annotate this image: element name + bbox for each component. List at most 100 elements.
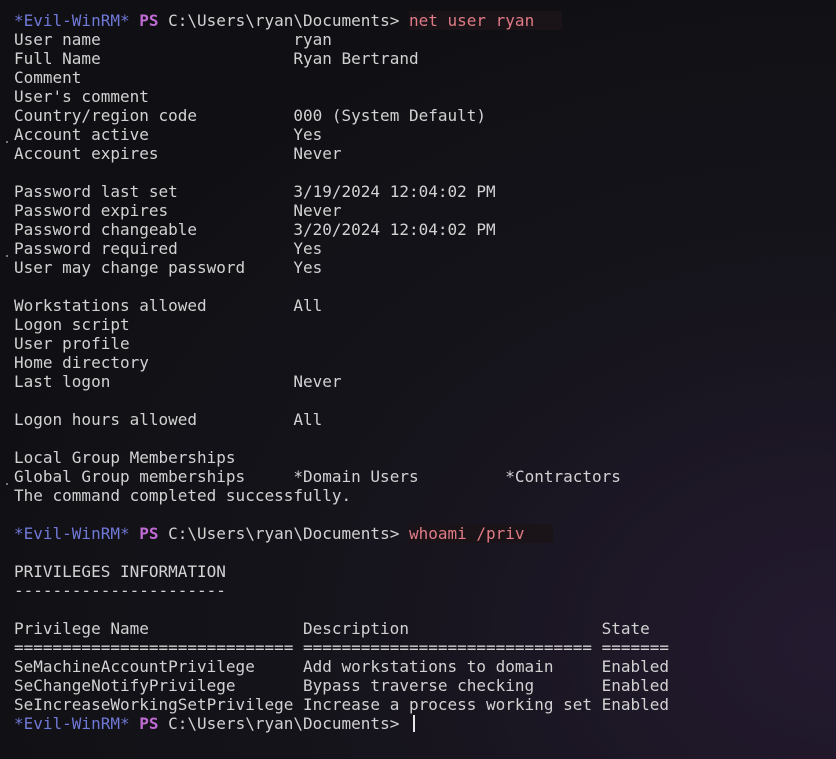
privilege-name: SeMachineAccountPrivilege xyxy=(14,657,255,676)
user-info-row: User name ryan xyxy=(14,30,669,49)
user-info-row: Password changeable 3/20/2024 12:04:02 P… xyxy=(14,220,669,239)
column-separator: ======= xyxy=(601,638,670,657)
user-info-field: Full Name xyxy=(14,49,101,68)
column-header: Privilege Name xyxy=(14,619,149,638)
privilege-description: Bypass traverse checking xyxy=(303,676,535,695)
user-info-value: 3/19/2024 12:04:02 PM xyxy=(293,182,496,201)
user-info-value: Yes xyxy=(293,258,323,277)
text-cursor[interactable] xyxy=(412,715,415,732)
margin-marker xyxy=(6,255,8,257)
user-info-value: *Domain Users xyxy=(293,467,419,486)
command-text: net user ryan xyxy=(408,11,563,30)
user-info-row: Logon hours allowed All xyxy=(14,410,669,429)
table-row: SeIncreaseWorkingSetPrivilege Increase a… xyxy=(14,695,669,714)
column-separator: ============================= xyxy=(14,638,294,657)
user-info-row: Home directory xyxy=(14,353,669,372)
status-line: The command completed successfully. xyxy=(14,486,669,505)
user-info-value: All xyxy=(293,410,323,429)
user-info-value: Yes xyxy=(293,125,323,144)
privilege-name: SeIncreaseWorkingSetPrivilege xyxy=(14,695,294,714)
privilege-state: Enabled xyxy=(601,676,670,695)
user-info-value: All xyxy=(293,296,323,315)
user-info-row: Password last set 3/19/2024 12:04:02 PM xyxy=(14,182,669,201)
user-info-field: Comment xyxy=(14,68,82,87)
column-header: State xyxy=(601,619,650,638)
privilege-description: Increase a process working set xyxy=(303,695,592,714)
user-info-row: Local Group Memberships xyxy=(14,448,669,467)
command-text: whoami /priv xyxy=(408,524,553,543)
prompt-ps: PS xyxy=(139,11,159,30)
user-info-field: Global Group memberships xyxy=(14,467,246,486)
privilege-description: Add workstations to domain xyxy=(303,657,554,676)
user-info-row: Account active Yes xyxy=(14,125,669,144)
terminal-output[interactable]: *Evil-WinRM* PS C:\Users\ryan\Documents>… xyxy=(14,11,669,733)
user-info-value: 3/20/2024 12:04:02 PM xyxy=(293,220,496,239)
user-info-value: Never xyxy=(293,372,342,391)
user-info-row: Comment xyxy=(14,68,669,87)
terminal-window[interactable]: *Evil-WinRM* PS C:\Users\ryan\Documents>… xyxy=(0,0,836,759)
user-info-field: Account active xyxy=(14,125,149,144)
privilege-name: SeChangeNotifyPrivilege xyxy=(14,676,236,695)
user-info-row: Password required Yes xyxy=(14,239,669,258)
privileges-title: PRIVILEGES INFORMATION xyxy=(14,562,226,581)
prompt-line: *Evil-WinRM* PS C:\Users\ryan\Documents>… xyxy=(14,524,669,543)
user-info-row: Country/region code 000 (System Default) xyxy=(14,106,669,125)
user-info-field: Home directory xyxy=(14,353,149,372)
section-title: PRIVILEGES INFORMATION xyxy=(14,562,669,581)
prompt-label: *Evil-WinRM* xyxy=(14,524,130,543)
margin-marker xyxy=(6,141,8,143)
privilege-state: Enabled xyxy=(601,695,670,714)
prompt-line: *Evil-WinRM* PS C:\Users\ryan\Documents>… xyxy=(14,11,669,30)
user-info-value: Never xyxy=(293,201,342,220)
user-info-row: Global Group memberships *Domain Users *… xyxy=(14,467,669,486)
privileges-underline: ---------------------- xyxy=(14,581,226,600)
user-info-field: Logon script xyxy=(14,315,130,334)
user-info-row: User profile xyxy=(14,334,669,353)
prompt-line: *Evil-WinRM* PS C:\Users\ryan\Documents> xyxy=(14,714,669,733)
table-separator: ============================= ==========… xyxy=(14,638,669,657)
user-info-row: Last logon Never xyxy=(14,372,669,391)
user-info-field: Password last set xyxy=(14,182,178,201)
user-info-value: *Contractors xyxy=(505,467,621,486)
user-info-field: Password required xyxy=(14,239,178,258)
user-info-field: Logon hours allowed xyxy=(14,410,198,429)
user-info-field: Last logon xyxy=(14,372,111,391)
user-info-field: User's comment xyxy=(14,87,149,106)
prompt-path: C:\Users\ryan\Documents> xyxy=(168,11,400,30)
prompt-ps: PS xyxy=(139,714,159,733)
user-info-field: Workstations allowed xyxy=(14,296,207,315)
user-info-row: User's comment xyxy=(14,87,669,106)
user-info-field: Password expires xyxy=(14,201,169,220)
user-info-value: 000 (System Default) xyxy=(293,106,487,125)
prompt-path: C:\Users\ryan\Documents> xyxy=(168,714,400,733)
user-info-row: Logon script xyxy=(14,315,669,334)
user-info-field: Local Group Memberships xyxy=(14,448,236,467)
privilege-state: Enabled xyxy=(601,657,670,676)
column-separator: ============================== xyxy=(303,638,592,657)
user-info-value: Yes xyxy=(293,239,323,258)
user-info-field: User may change password xyxy=(14,258,246,277)
user-info-row: Account expires Never xyxy=(14,144,669,163)
table-header: Privilege Name Description State xyxy=(14,619,669,638)
section-underline: ---------------------- xyxy=(14,581,669,600)
user-info-field: User profile xyxy=(14,334,130,353)
prompt-label: *Evil-WinRM* xyxy=(14,714,130,733)
prompt-label: *Evil-WinRM* xyxy=(14,11,130,30)
user-info-row: Workstations allowed All xyxy=(14,296,669,315)
command-status: The command completed successfully. xyxy=(14,486,352,505)
prompt-ps: PS xyxy=(139,524,159,543)
user-info-value: Never xyxy=(293,144,342,163)
user-info-field: Account expires xyxy=(14,144,159,163)
user-info-value: ryan xyxy=(293,30,332,49)
table-row: SeMachineAccountPrivilege Add workstatio… xyxy=(14,657,669,676)
user-info-field: Country/region code xyxy=(14,106,198,125)
prompt-path: C:\Users\ryan\Documents> xyxy=(168,524,400,543)
user-info-row: Full Name Ryan Bertrand xyxy=(14,49,669,68)
